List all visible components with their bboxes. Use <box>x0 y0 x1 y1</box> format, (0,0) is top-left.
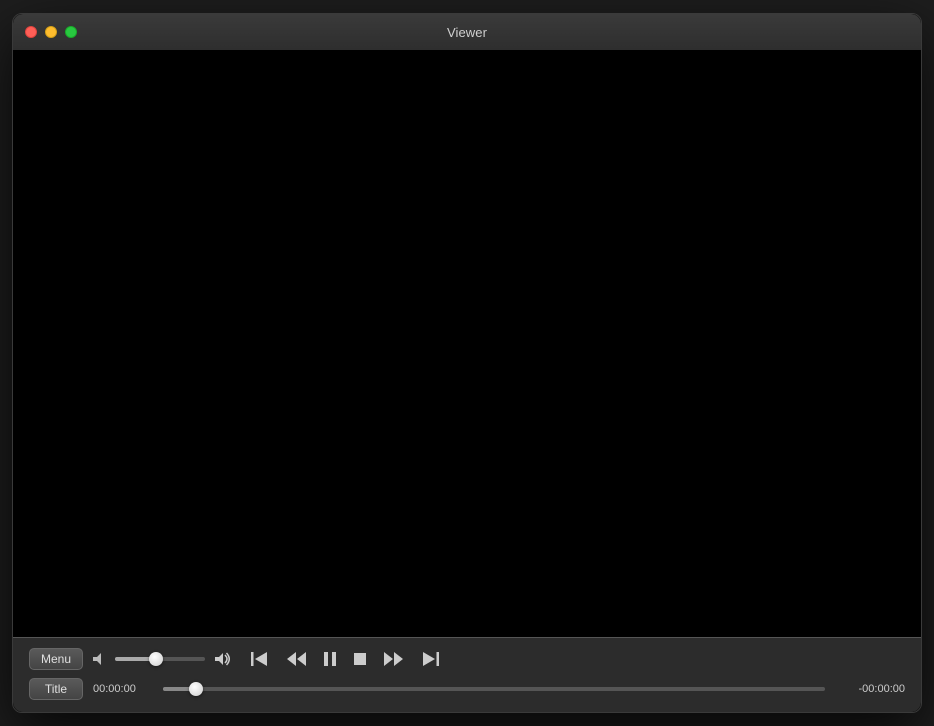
fast-forward-button[interactable] <box>381 649 407 669</box>
viewer-window: Viewer Menu <box>12 13 922 713</box>
progress-slider[interactable] <box>163 682 825 696</box>
video-area <box>13 50 921 637</box>
titlebar: Viewer <box>13 14 921 50</box>
current-time: 00:00:00 <box>93 683 153 695</box>
progress-row: Title 00:00:00 -00:00:00 <box>29 678 905 700</box>
stop-button[interactable] <box>351 650 369 668</box>
playback-controls <box>249 649 441 669</box>
volume-thumb[interactable] <box>149 652 163 666</box>
skip-prev-button[interactable] <box>249 649 271 669</box>
volume-slider[interactable] <box>115 657 205 661</box>
skip-next-button[interactable] <box>419 649 441 669</box>
progress-thumb[interactable] <box>189 682 203 696</box>
progress-track <box>163 687 825 691</box>
rewind-button[interactable] <box>283 649 309 669</box>
remaining-time: -00:00:00 <box>835 683 905 695</box>
menu-button[interactable]: Menu <box>29 648 83 670</box>
title-button[interactable]: Title <box>29 678 83 700</box>
top-controls-row: Menu <box>29 648 905 670</box>
pause-button[interactable] <box>321 649 339 669</box>
volume-high-icon <box>213 651 233 667</box>
controls-bar: Menu <box>13 637 921 712</box>
volume-track <box>115 657 205 661</box>
close-button[interactable] <box>25 26 37 38</box>
traffic-lights <box>25 26 77 38</box>
minimize-button[interactable] <box>45 26 57 38</box>
maximize-button[interactable] <box>65 26 77 38</box>
window-title: Viewer <box>447 25 487 40</box>
volume-low-icon <box>91 651 107 667</box>
